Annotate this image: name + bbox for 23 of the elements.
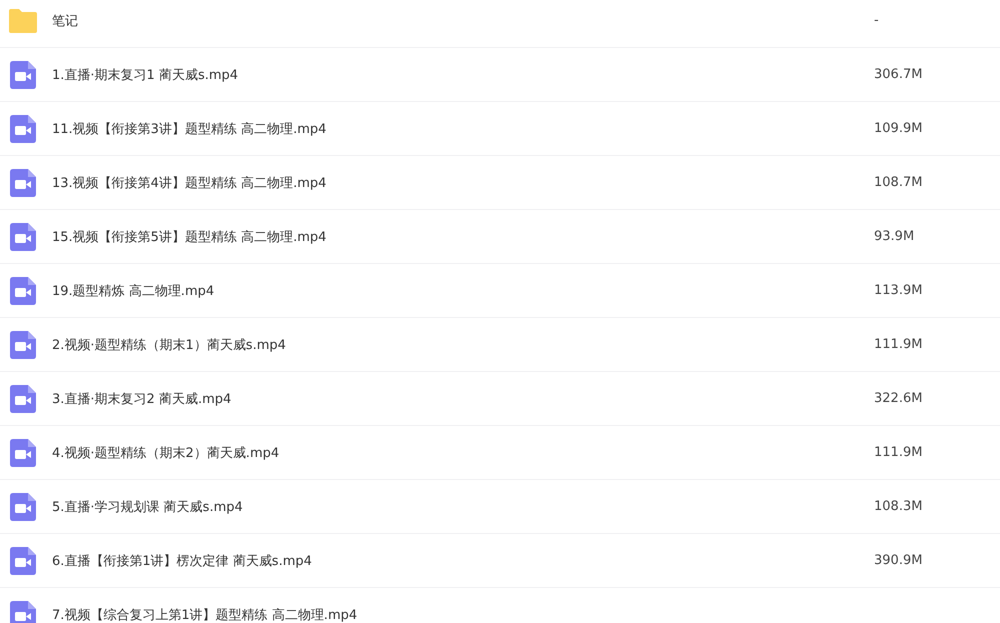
file-name[interactable]: 笔记 [52, 12, 874, 30]
file-size: 113.9M [874, 283, 922, 298]
file-size: 93.9M [874, 229, 914, 244]
file-size: 108.3M [874, 499, 922, 514]
file-name[interactable]: 2.视频·题型精练（期末1）蔺天威s.mp4 [52, 336, 874, 354]
file-name[interactable]: 13.视频【衔接第4讲】题型精练 高二物理.mp4 [52, 174, 874, 192]
file-name[interactable]: 5.直播·学习规划课 蔺天威s.mp4 [52, 498, 874, 516]
file-size: 306.7M [874, 67, 922, 82]
file-name[interactable]: 15.视频【衔接第5讲】题型精练 高二物理.mp4 [52, 228, 874, 246]
file-size: 322.6M [874, 391, 922, 406]
file-name[interactable]: 6.直播【衔接第1讲】楞次定律 蔺天威s.mp4 [52, 552, 874, 570]
file-name[interactable]: 3.直播·期末复习2 蔺天威.mp4 [52, 390, 874, 408]
file-name[interactable]: 19.题型精炼 高二物理.mp4 [52, 282, 874, 300]
file-name[interactable]: 4.视频·题型精练（期末2）蔺天威.mp4 [52, 444, 874, 462]
file-name[interactable]: 7.视频【综合复习上第1讲】题型精练 高二物理.mp4 [52, 606, 874, 623]
file-size: 109.9M [874, 121, 922, 136]
file-size: 108.7M [874, 175, 922, 190]
file-size: 111.9M [874, 337, 922, 352]
file-size: 111.9M [874, 445, 922, 460]
file-name[interactable]: 1.直播·期末复习1 蔺天威s.mp4 [52, 66, 874, 84]
file-size: 390.9M [874, 553, 922, 568]
file-size: - [874, 13, 879, 28]
file-name[interactable]: 11.视频【衔接第3讲】题型精练 高二物理.mp4 [52, 120, 874, 138]
